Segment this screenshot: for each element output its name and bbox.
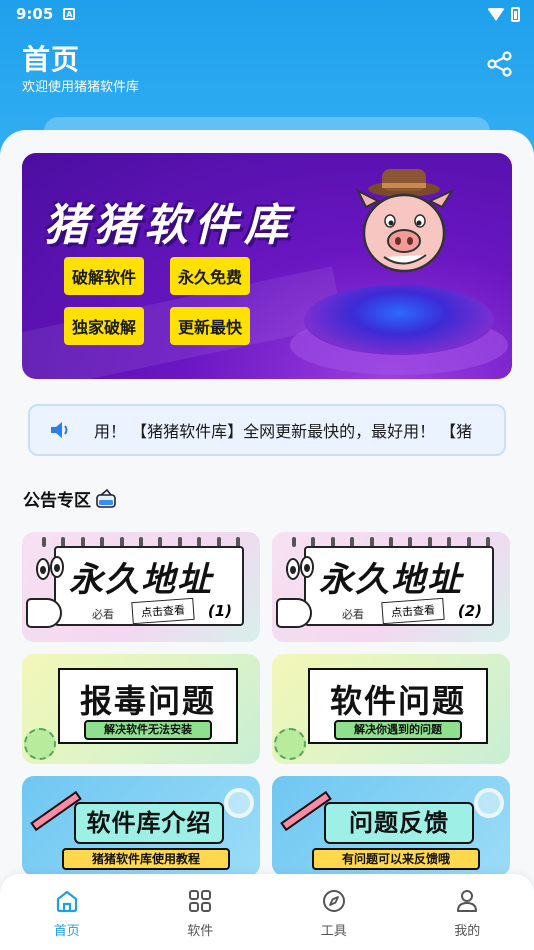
notice-marquee[interactable]: 用！ 【猪猪软件库】全网更新最快的，最好用！ 【猪 — [28, 404, 506, 456]
card-subtitle: 解决软件无法安装 — [84, 720, 212, 740]
card-title: 报毒问题 — [79, 682, 216, 720]
card-feedback[interactable]: 问题反馈 有问题可以来反馈哦 — [272, 776, 510, 876]
banner-title: 猪猪软件库 — [44, 200, 294, 251]
status-time: 9:05 — [16, 5, 54, 23]
tab-label: 我的 — [454, 924, 481, 939]
bottom-tab-bar: 首页 软件 工具 我的 — [0, 874, 534, 950]
tab-label: 首页 — [53, 924, 80, 939]
battery-icon — [511, 6, 520, 22]
notice-text: 用！ 【猪猪软件库】全网更新最快的，最好用！ 【猪 — [94, 422, 473, 441]
card-subtitle: 解决你遇到的问题 — [334, 720, 462, 740]
pig-mascot-icon — [355, 169, 455, 273]
tab-mine[interactable]: 我的 — [401, 874, 534, 950]
tab-label: 软件 — [187, 924, 214, 939]
stage-top — [304, 285, 494, 355]
megaphone-icon — [276, 598, 312, 628]
tab-software[interactable]: 软件 — [134, 874, 268, 950]
card-title: 软件问题 — [329, 682, 466, 720]
card-sign: 报毒问题 解决软件无法安装 — [58, 668, 238, 744]
card-number: (1) — [207, 602, 232, 620]
page-title: 首页 — [22, 43, 81, 76]
notepad-icon — [96, 488, 116, 508]
card-subtitle: 猪猪软件库使用教程 — [62, 848, 230, 870]
share-icon[interactable] — [486, 50, 514, 78]
banner-tag: 独家破解 — [64, 307, 145, 345]
speaker-icon — [51, 422, 68, 438]
banner-tag: 永久免费 — [170, 257, 251, 295]
wifi-icon — [487, 7, 505, 21]
tab-home[interactable]: 首页 — [0, 874, 134, 950]
magnifier-icon — [224, 788, 254, 818]
status-bar: 9:05 A — [0, 0, 534, 28]
card-sign: 软件问题 解决你遇到的问题 — [308, 668, 488, 744]
card-number: (2) — [457, 602, 482, 620]
tab-label: 工具 — [320, 924, 347, 939]
home-icon — [56, 890, 77, 913]
card-permanent-address-2[interactable]: 永久地址 必看 点击查看 (2) — [272, 532, 510, 642]
card-software-issue[interactable]: 软件问题 解决你遇到的问题 — [272, 654, 510, 764]
card-title: 永久地址 — [69, 560, 213, 600]
card-virus-issue[interactable]: 报毒问题 解决软件无法安装 — [22, 654, 260, 764]
grid-icon — [189, 890, 212, 912]
compass-icon — [322, 890, 345, 912]
promo-banner[interactable]: 猪猪软件库 破解软件 永久免费 独家破解 更新最快 — [22, 153, 512, 379]
card-title: 永久地址 — [319, 560, 463, 600]
card-title: 软件库介绍 — [74, 802, 224, 844]
card-subtitle: 有问题可以来反馈哦 — [312, 848, 480, 870]
card-pill: 点击查看 — [381, 597, 445, 625]
banner-tag: 更新最快 — [170, 307, 251, 345]
section-title: 公告专区 — [23, 486, 117, 511]
page-subtitle: 欢迎使用猪猪软件库 — [22, 80, 140, 95]
magnifier-icon — [474, 788, 504, 818]
a-icon: A — [63, 8, 76, 20]
card-permanent-address-1[interactable]: 永久地址 必看 点击查看 (1) — [22, 532, 260, 642]
card-pill: 点击查看 — [131, 597, 195, 625]
card-library-intro[interactable]: 软件库介绍 猪猪软件库使用教程 — [22, 776, 260, 876]
germ-icon — [24, 728, 56, 760]
card-tag: 必看 — [342, 608, 364, 621]
user-icon — [457, 890, 478, 912]
section-title-text: 公告专区 — [23, 491, 91, 511]
card-title: 问题反馈 — [324, 802, 474, 844]
card-tag: 必看 — [92, 608, 114, 621]
germ-icon — [274, 728, 306, 760]
tab-tools[interactable]: 工具 — [267, 874, 401, 950]
banner-tag: 破解软件 — [64, 257, 145, 295]
megaphone-icon — [26, 598, 62, 628]
